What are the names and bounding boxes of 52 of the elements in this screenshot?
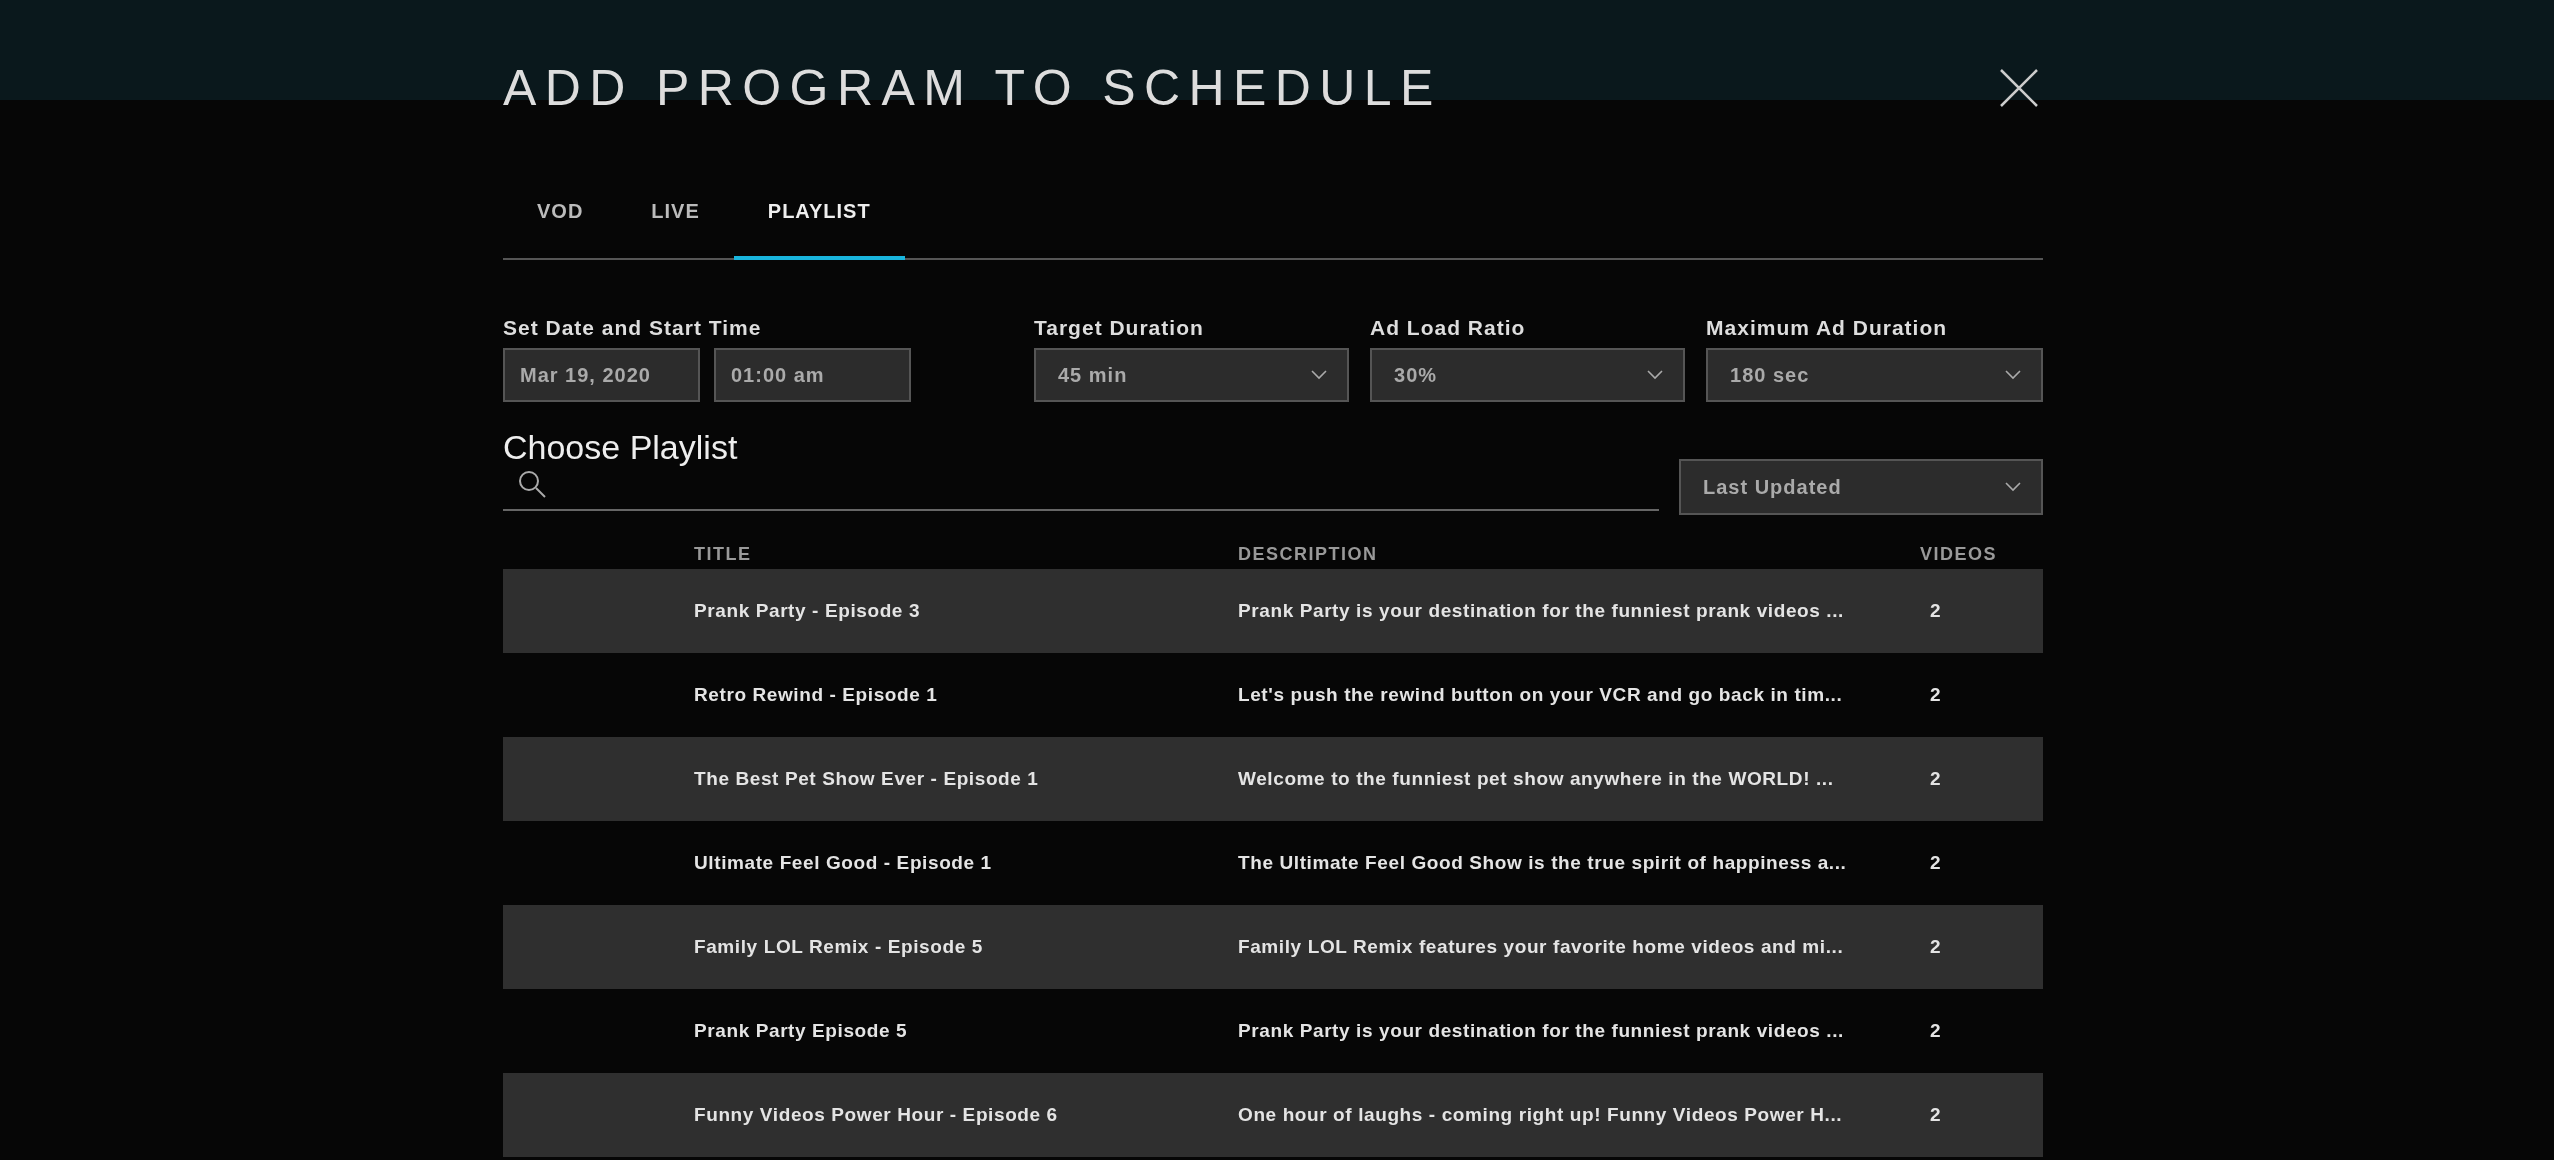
description-cell-text: Prank Party is your destination for the funniest prank videos ... [1238,600,1845,622]
field-label: Target Duration [1034,316,1205,340]
playlist-row[interactable]: Prank Party - Episode 3 Prank Party is your destination for the funniest prank videos ... 2 [503,569,2043,653]
videos-cell-text: 2 [1929,1020,1943,1042]
dialog-title: ADD PROGRAM TO SCHEDULE [503,59,1442,117]
column-header: VIDEOS [1919,543,1999,565]
sort-dropdown[interactable]: Last Updated [1679,459,2043,515]
title-cell-text: Funny Videos Power Hour - Episode 6 [694,1104,1059,1126]
description-cell-text: One hour of laughs - coming right up! Funny Videos Power H... [1238,1104,1844,1126]
time-field[interactable]: 01:00 am [714,348,911,402]
field-label: Set Date and Start Time [503,316,763,340]
dialog-tab[interactable]: VOD [503,176,618,260]
chevron-down-icon [2005,482,2021,492]
title-cell-text: The Best Pet Show Ever - Episode 1 [694,768,1040,790]
description-cell-text: Prank Party is your destination for the funniest prank videos ... [1238,1020,1845,1042]
chevron-down-icon [2005,370,2021,380]
title-cell-text: Prank Party - Episode 3 [694,600,922,622]
column-header: DESCRIPTION [1238,543,1379,565]
videos-cell-text: 2 [1929,936,1943,958]
title-cell-text: Prank Party Episode 5 [694,1020,909,1042]
description-cell-text: The Ultimate Feel Good Show is the true spirit of happiness a... [1238,852,1848,874]
videos-cell-text: 2 [1929,1104,1943,1126]
description-cell-text: Welcome to the funniest pet show anywhere in the WORLD! ... [1238,768,1835,790]
title-cell-text: Ultimate Feel Good - Episode 1 [694,852,993,874]
section-title: Choose Playlist [503,428,738,467]
playlist-row[interactable]: Ultimate Feel Good - Episode 1 The Ultimate Feel Good Show is the true spirit of happiness a... 2 [503,821,2043,905]
videos-cell-text: 2 [1929,852,1943,874]
dropdown[interactable]: 30% [1370,348,1686,402]
dropdown[interactable]: 180 sec [1706,348,2043,402]
close-icon[interactable] [1999,68,2039,108]
playlist-row[interactable]: Prank Party Episode 5 Prank Party is your destination for the funniest prank videos ... 2 [503,989,2043,1073]
chevron-down-icon [1311,370,1327,380]
title-cell-text: Family LOL Remix - Episode 5 [694,936,984,958]
title-cell-text: Retro Rewind - Episode 1 [694,684,939,706]
videos-cell-text: 2 [1929,600,1943,622]
playlist-row[interactable]: Funny Videos Power Hour - Episode 6 One hour of laughs - coming right up! Funny Videos Power H... 2 [503,1073,2043,1157]
dialog-tab[interactable]: PLAYLIST [733,176,905,260]
field-label: Ad Load Ratio [1370,316,1527,340]
chevron-down-icon [1647,370,1664,380]
date-field[interactable]: Mar 19, 2020 [503,348,700,402]
field-label: Maximum Ad Duration [1706,316,1949,340]
playlist-row[interactable]: The Best Pet Show Ever - Episode 1 Welcome to the funniest pet show anywhere in the WORLD! ... 2 [503,737,2043,821]
dropdown[interactable]: 45 min [1034,348,1349,402]
playlist-row[interactable]: Family LOL Remix - Episode 5 Family LOL Remix features your favorite home videos and mi... 2 [503,905,2043,989]
playlist-row[interactable]: Retro Rewind - Episode 1 Let's push the rewind button on your VCR and go back in tim... 2 [503,653,2043,737]
videos-cell-text: 2 [1929,684,1943,706]
search-icon [517,469,547,499]
dialog-tab[interactable]: LIVE [617,176,734,260]
column-header: TITLE [694,543,753,565]
videos-cell-text: 2 [1929,768,1943,790]
description-cell-text: Let's push the rewind button on your VCR and go back in tim... [1238,684,1844,706]
description-cell-text: Family LOL Remix features your favorite home videos and mi... [1238,936,1845,958]
